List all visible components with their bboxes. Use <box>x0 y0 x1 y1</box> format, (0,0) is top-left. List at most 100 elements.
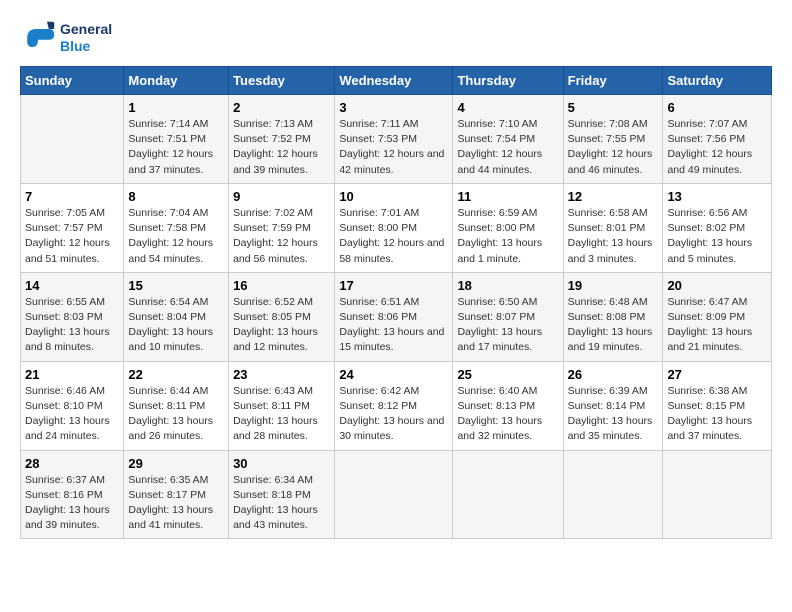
calendar-cell <box>335 450 453 539</box>
day-number: 22 <box>128 367 224 382</box>
day-info: Sunrise: 6:43 AMSunset: 8:11 PMDaylight:… <box>233 384 330 445</box>
calendar-cell: 4 Sunrise: 7:10 AMSunset: 7:54 PMDaylight… <box>453 95 563 184</box>
day-number: 26 <box>568 367 659 382</box>
day-info: Sunrise: 6:55 AMSunset: 8:03 PMDaylight:… <box>25 295 119 356</box>
calendar-cell: 28 Sunrise: 6:37 AMSunset: 8:16 PMDayligh… <box>21 450 124 539</box>
day-info: Sunrise: 6:35 AMSunset: 8:17 PMDaylight:… <box>128 473 224 534</box>
day-number: 9 <box>233 189 330 204</box>
day-number: 25 <box>457 367 558 382</box>
calendar-cell: 24 Sunrise: 6:42 AMSunset: 8:12 PMDayligh… <box>335 361 453 450</box>
day-number: 21 <box>25 367 119 382</box>
calendar-cell: 9 Sunrise: 7:02 AMSunset: 7:59 PMDaylight… <box>229 183 335 272</box>
calendar-cell: 1 Sunrise: 7:14 AMSunset: 7:51 PMDaylight… <box>124 95 229 184</box>
header-day-monday: Monday <box>124 67 229 95</box>
day-number: 15 <box>128 278 224 293</box>
day-info: Sunrise: 7:14 AMSunset: 7:51 PMDaylight:… <box>128 117 224 178</box>
header-day-saturday: Saturday <box>663 67 772 95</box>
calendar-cell: 29 Sunrise: 6:35 AMSunset: 8:17 PMDayligh… <box>124 450 229 539</box>
calendar-week-4: 21 Sunrise: 6:46 AMSunset: 8:10 PMDayligh… <box>21 361 772 450</box>
calendar-cell: 5 Sunrise: 7:08 AMSunset: 7:55 PMDaylight… <box>563 95 663 184</box>
day-info: Sunrise: 6:46 AMSunset: 8:10 PMDaylight:… <box>25 384 119 445</box>
calendar-cell: 26Sunrise: 6:39 AMSunset: 8:14 PMDayligh… <box>563 361 663 450</box>
calendar-cell: 10Sunrise: 7:01 AMSunset: 8:00 PMDayligh… <box>335 183 453 272</box>
day-number: 30 <box>233 456 330 471</box>
calendar-cell: 7Sunrise: 7:05 AMSunset: 7:57 PMDaylight… <box>21 183 124 272</box>
calendar-cell: 22 Sunrise: 6:44 AMSunset: 8:11 PMDayligh… <box>124 361 229 450</box>
day-info: Sunrise: 6:59 AMSunset: 8:00 PMDaylight:… <box>457 206 558 267</box>
day-number: 14 <box>25 278 119 293</box>
calendar-cell: 3 Sunrise: 7:11 AMSunset: 7:53 PMDaylight… <box>335 95 453 184</box>
day-number: 6 <box>667 100 767 115</box>
calendar-cell: 12 Sunrise: 6:58 AMSunset: 8:01 PMDayligh… <box>563 183 663 272</box>
header: General Blue <box>20 20 772 56</box>
calendar-cell: 15 Sunrise: 6:54 AMSunset: 8:04 PMDayligh… <box>124 272 229 361</box>
day-number: 11 <box>457 189 558 204</box>
calendar-cell: 13 Sunrise: 6:56 AMSunset: 8:02 PMDayligh… <box>663 183 772 272</box>
day-number: 24 <box>339 367 448 382</box>
day-info: Sunrise: 7:08 AMSunset: 7:55 PMDaylight:… <box>568 117 659 178</box>
logo-text: General Blue <box>60 21 112 55</box>
day-info: Sunrise: 6:54 AMSunset: 8:04 PMDaylight:… <box>128 295 224 356</box>
day-number: 20 <box>667 278 767 293</box>
header-day-friday: Friday <box>563 67 663 95</box>
day-number: 8 <box>128 189 224 204</box>
day-info: Sunrise: 6:58 AMSunset: 8:01 PMDaylight:… <box>568 206 659 267</box>
day-number: 4 <box>457 100 558 115</box>
calendar-cell: 21 Sunrise: 6:46 AMSunset: 8:10 PMDayligh… <box>21 361 124 450</box>
day-number: 23 <box>233 367 330 382</box>
calendar-cell: 23 Sunrise: 6:43 AMSunset: 8:11 PMDayligh… <box>229 361 335 450</box>
calendar-cell: 30Sunrise: 6:34 AMSunset: 8:18 PMDayligh… <box>229 450 335 539</box>
header-day-tuesday: Tuesday <box>229 67 335 95</box>
day-info: Sunrise: 6:47 AMSunset: 8:09 PMDaylight:… <box>667 295 767 356</box>
calendar-week-3: 14 Sunrise: 6:55 AMSunset: 8:03 PMDayligh… <box>21 272 772 361</box>
day-info: Sunrise: 6:40 AMSunset: 8:13 PMDaylight:… <box>457 384 558 445</box>
day-number: 16 <box>233 278 330 293</box>
calendar-week-2: 7Sunrise: 7:05 AMSunset: 7:57 PMDaylight… <box>21 183 772 272</box>
calendar-header-row: SundayMondayTuesdayWednesdayThursdayFrid… <box>21 67 772 95</box>
day-number: 7 <box>25 189 119 204</box>
day-number: 19 <box>568 278 659 293</box>
day-info: Sunrise: 7:07 AMSunset: 7:56 PMDaylight:… <box>667 117 767 178</box>
day-info: Sunrise: 7:11 AMSunset: 7:53 PMDaylight:… <box>339 117 448 178</box>
day-number: 5 <box>568 100 659 115</box>
header-day-thursday: Thursday <box>453 67 563 95</box>
day-number: 3 <box>339 100 448 115</box>
calendar-cell: 18 Sunrise: 6:50 AMSunset: 8:07 PMDayligh… <box>453 272 563 361</box>
day-number: 29 <box>128 456 224 471</box>
day-info: Sunrise: 6:44 AMSunset: 8:11 PMDaylight:… <box>128 384 224 445</box>
day-info: Sunrise: 6:52 AMSunset: 8:05 PMDaylight:… <box>233 295 330 356</box>
day-info: Sunrise: 6:37 AMSunset: 8:16 PMDaylight:… <box>25 473 119 534</box>
calendar-cell <box>663 450 772 539</box>
calendar-cell: 6 Sunrise: 7:07 AMSunset: 7:56 PMDaylight… <box>663 95 772 184</box>
calendar-cell <box>563 450 663 539</box>
calendar-cell: 27 Sunrise: 6:38 AMSunset: 8:15 PMDayligh… <box>663 361 772 450</box>
logo-icon <box>20 20 56 56</box>
day-info: Sunrise: 7:01 AMSunset: 8:00 PMDaylight:… <box>339 206 448 267</box>
day-info: Sunrise: 6:38 AMSunset: 8:15 PMDaylight:… <box>667 384 767 445</box>
day-number: 1 <box>128 100 224 115</box>
calendar-table: SundayMondayTuesdayWednesdayThursdayFrid… <box>20 66 772 539</box>
calendar-cell: 25 Sunrise: 6:40 AMSunset: 8:13 PMDayligh… <box>453 361 563 450</box>
day-number: 17 <box>339 278 448 293</box>
calendar-week-1: 1 Sunrise: 7:14 AMSunset: 7:51 PMDaylight… <box>21 95 772 184</box>
day-number: 18 <box>457 278 558 293</box>
calendar-cell: 2 Sunrise: 7:13 AMSunset: 7:52 PMDaylight… <box>229 95 335 184</box>
day-number: 12 <box>568 189 659 204</box>
calendar-cell: 20 Sunrise: 6:47 AMSunset: 8:09 PMDayligh… <box>663 272 772 361</box>
day-info: Sunrise: 7:13 AMSunset: 7:52 PMDaylight:… <box>233 117 330 178</box>
header-day-sunday: Sunday <box>21 67 124 95</box>
calendar-cell: 16 Sunrise: 6:52 AMSunset: 8:05 PMDayligh… <box>229 272 335 361</box>
logo: General Blue <box>20 20 112 56</box>
day-info: Sunrise: 7:10 AMSunset: 7:54 PMDaylight:… <box>457 117 558 178</box>
calendar-cell <box>21 95 124 184</box>
day-info: Sunrise: 6:42 AMSunset: 8:12 PMDaylight:… <box>339 384 448 445</box>
day-number: 13 <box>667 189 767 204</box>
day-number: 2 <box>233 100 330 115</box>
header-day-wednesday: Wednesday <box>335 67 453 95</box>
day-info: Sunrise: 6:50 AMSunset: 8:07 PMDaylight:… <box>457 295 558 356</box>
day-info: Sunrise: 7:02 AMSunset: 7:59 PMDaylight:… <box>233 206 330 267</box>
day-info: Sunrise: 6:56 AMSunset: 8:02 PMDaylight:… <box>667 206 767 267</box>
day-info: Sunrise: 7:04 AMSunset: 7:58 PMDaylight:… <box>128 206 224 267</box>
day-number: 27 <box>667 367 767 382</box>
day-number: 28 <box>25 456 119 471</box>
